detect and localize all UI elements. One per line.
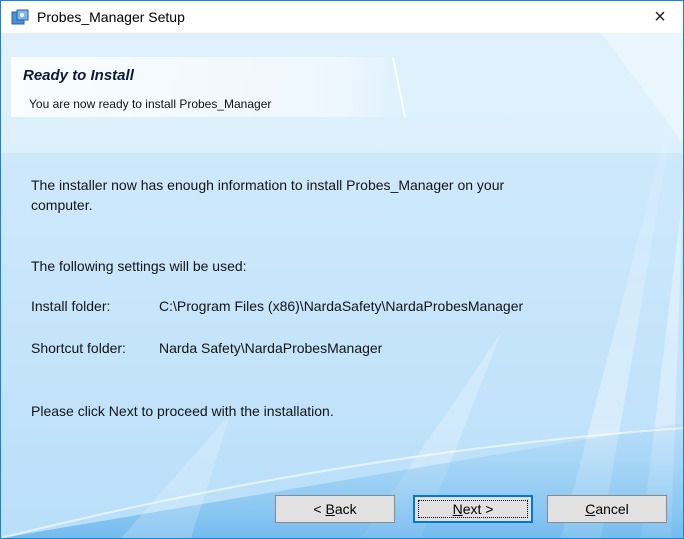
focus-rectangle [418,500,528,518]
intro-text-line-1: The installer now has enough information… [31,177,505,193]
back-button[interactable]: < Back [275,495,395,523]
close-button[interactable]: × [637,1,683,33]
close-icon: × [654,6,666,28]
title-bar[interactable]: Probes_Manager Setup × [1,1,683,33]
page-subheading: You are now ready to install Probes_Mana… [29,97,272,111]
installer-app-icon [11,9,29,25]
install-folder-value: C:\Program Files (x86)\NardaSafety\Narda… [159,298,524,314]
shortcut-folder-label: Shortcut folder: [31,340,126,356]
settings-heading: The following settings will be used: [31,258,247,274]
cancel-button[interactable]: Cancel [547,495,667,523]
install-folder-label: Install folder: [31,298,111,314]
content-area: Ready to Install You are now ready to in… [1,33,683,538]
page-heading: Ready to Install [23,67,134,84]
cancel-button-label: Cancel [585,501,629,517]
window-title: Probes_Manager Setup [37,9,185,25]
back-button-label: < Back [313,501,357,517]
instruction-text: Please click Next to proceed with the in… [31,403,334,419]
intro-text-line-2: computer. [31,197,93,213]
installer-window: Probes_Manager Setup × Ready to Install … [0,0,684,539]
shortcut-folder-value: Narda Safety\NardaProbesManager [159,340,383,356]
next-button[interactable]: Next > [413,495,533,523]
